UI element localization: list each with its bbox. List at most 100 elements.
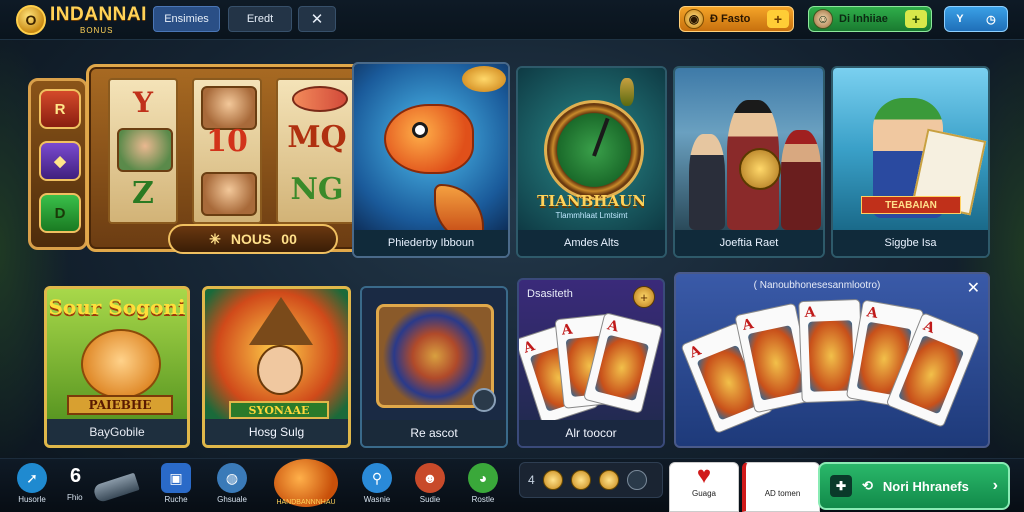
coin-icon [462,66,506,92]
tab-ensimies[interactable]: Ensimies [153,6,220,32]
feature-card-dealers[interactable]: Joeftia Raet [673,66,825,258]
wizard-icon [257,345,303,395]
card-art-title: TIANBHAUN [537,192,646,210]
count-value: 6 [70,465,82,487]
tile-title: Sour Sogoni [48,295,186,319]
chevron-right-icon: › [992,477,998,494]
nav-item-husorle[interactable]: ➚ Husorle [10,463,54,509]
slot-bonus-plaque[interactable]: ✳ NOUS 00 [168,224,338,254]
coin-icon[interactable] [598,470,619,490]
record-icon[interactable] [626,470,647,490]
fish-icon [384,104,474,174]
game-tile-hamster[interactable]: Sour Sogoni PAIEBHE BayGobile [44,286,190,448]
arrow-icon: ➚ [17,463,47,493]
card-art [594,334,650,402]
wizard-hat-icon [249,297,313,345]
tile-caption: Alr toocor [519,420,663,446]
dealers-art [675,68,823,230]
card-rank: A [865,304,880,323]
reel-symbol: NG [290,172,344,207]
card-rank: A [921,317,938,337]
feature-card-clock[interactable]: TIANBHAUN Tlammhlaat Lmtsimt Amdes Alts [516,66,667,258]
card-art-subtitle: Tlammhlaat Lmtsimt [555,211,628,220]
game-tile-cards[interactable]: Dsasiteth + A A A Alr toocor [517,278,665,448]
reel-symbol: Z [132,176,154,211]
nav-item-ruche[interactable]: ▣ Ruche [154,463,198,509]
game-tile-wizard[interactable]: SYONAAE Hosg Sulg [202,286,351,448]
coin-selector[interactable]: 4 [519,462,663,498]
card-caption: Siggbe Isa [833,230,988,256]
nav-item-ghsuale[interactable]: ◍ Ghsuale [210,463,254,509]
nav-label: Ghsuale [217,495,247,504]
card-caption: Amdes Alts [518,230,665,256]
person-icon [689,134,725,230]
tile-caption: Re ascot [362,420,506,446]
reel-symbol: MQ [287,120,347,155]
tile-caption: Hosg Sulg [205,419,348,445]
feature-card-fish[interactable]: Phiederby Ibboun [352,62,510,258]
logo-emblem-icon[interactable]: O [16,5,46,35]
card-button-label: AD tomen [764,489,801,498]
tile-banner: PAIEBHE [67,395,173,415]
add-coins-button[interactable]: + [767,10,789,28]
cannon-icon[interactable] [92,472,140,504]
close-button[interactable]: ✕ [298,6,336,32]
slot-side-button-purple[interactable]: ◆ [39,141,81,181]
top-bar: O INDANNAI BONUS Ensimies Eredt ✕ ◉ Ð Fa… [0,0,1024,40]
nav-label: Rostle [471,495,495,504]
clock-icon: ◷ [986,13,996,26]
flower-card-button[interactable]: ✿ AD tomen [742,462,820,512]
card-caption: Joeftia Raet [675,230,823,256]
island-art: TEABAIAN [833,68,988,230]
heart-card-button[interactable]: ♥ Guaga [669,462,739,512]
clock-art: TIANBHAUN Tlammhlaat Lmtsimt [518,68,665,230]
face-icon: ☺ [813,9,833,29]
shield-icon [739,148,781,190]
profile-pill[interactable]: Y ◷ [944,6,1008,32]
next-button-label: Nori Hhranefs [882,478,969,494]
reel-symbol: 10 [206,124,248,159]
cards-panel-title: ( Nanoubhonesesanmlootro) [753,280,881,291]
coin-icon[interactable] [542,470,563,490]
tab-eredt[interactable]: Eredt [228,6,292,32]
tile-title: Dsasiteth [527,288,573,300]
slot-machine[interactable]: R ◆ D Y Z 10 MQ NG ✳ NOUS 00 [28,64,386,254]
nav-label: Sudie [419,495,441,504]
gems-pill[interactable]: ☺ Di Inhiiae + [808,6,932,32]
nav-label: Husorle [18,495,46,504]
reel-symbol: Y [133,86,153,119]
nav-item-wasnie[interactable]: ⚲ Wasnie [355,463,399,509]
slot-side-button-green[interactable]: D [39,193,81,233]
count-label: Fhio [67,493,83,502]
plaque-label: NOUS [230,231,272,247]
plus-icon[interactable]: + [633,286,655,308]
fish-symbol-icon [292,86,348,112]
cards-panel[interactable]: ( Nanoubhonesesanmlootro) ✕ A A A A A [674,272,990,448]
game-tile-wheel[interactable]: Re ascot [360,286,508,448]
nav-item-rostle[interactable]: ◕ Rostle [461,463,505,509]
card-art [897,334,965,415]
card-button-label: Guaga [691,489,717,498]
slot-side-button-red[interactable]: R [39,89,81,129]
add-gems-button[interactable]: + [905,10,927,28]
pumpkin-label: HANDBANNNHAU [276,499,336,506]
next-button[interactable]: ✚ ⟲ Nori Hhranefs › [818,462,1010,510]
nav-item-sudie[interactable]: ☻ Sudie [408,463,452,509]
close-icon[interactable]: ✕ [967,278,980,298]
feature-card-island[interactable]: TEABAIAN Siggbe Isa [831,66,990,258]
pendant-icon [620,78,634,106]
coin-icon[interactable] [570,470,591,490]
star-icon: ✳ [209,230,221,247]
profile-initial: Y [956,13,964,25]
coins-pill[interactable]: ◉ Ð Fasto + [679,6,794,32]
card-caption: Phiederby Ibboun [354,230,508,256]
tile-banner: SYONAAE [229,401,329,419]
card-rank: A [605,317,621,336]
character-symbol-icon [117,128,173,172]
nav-label: Wasnie [363,495,391,504]
heart-icon: ♥ [696,462,712,489]
alien-icon: ◕ [468,463,498,493]
tile-caption: BayGobile [47,419,187,445]
refresh-icon: ⟲ [862,478,873,493]
play-icon[interactable] [472,388,496,412]
